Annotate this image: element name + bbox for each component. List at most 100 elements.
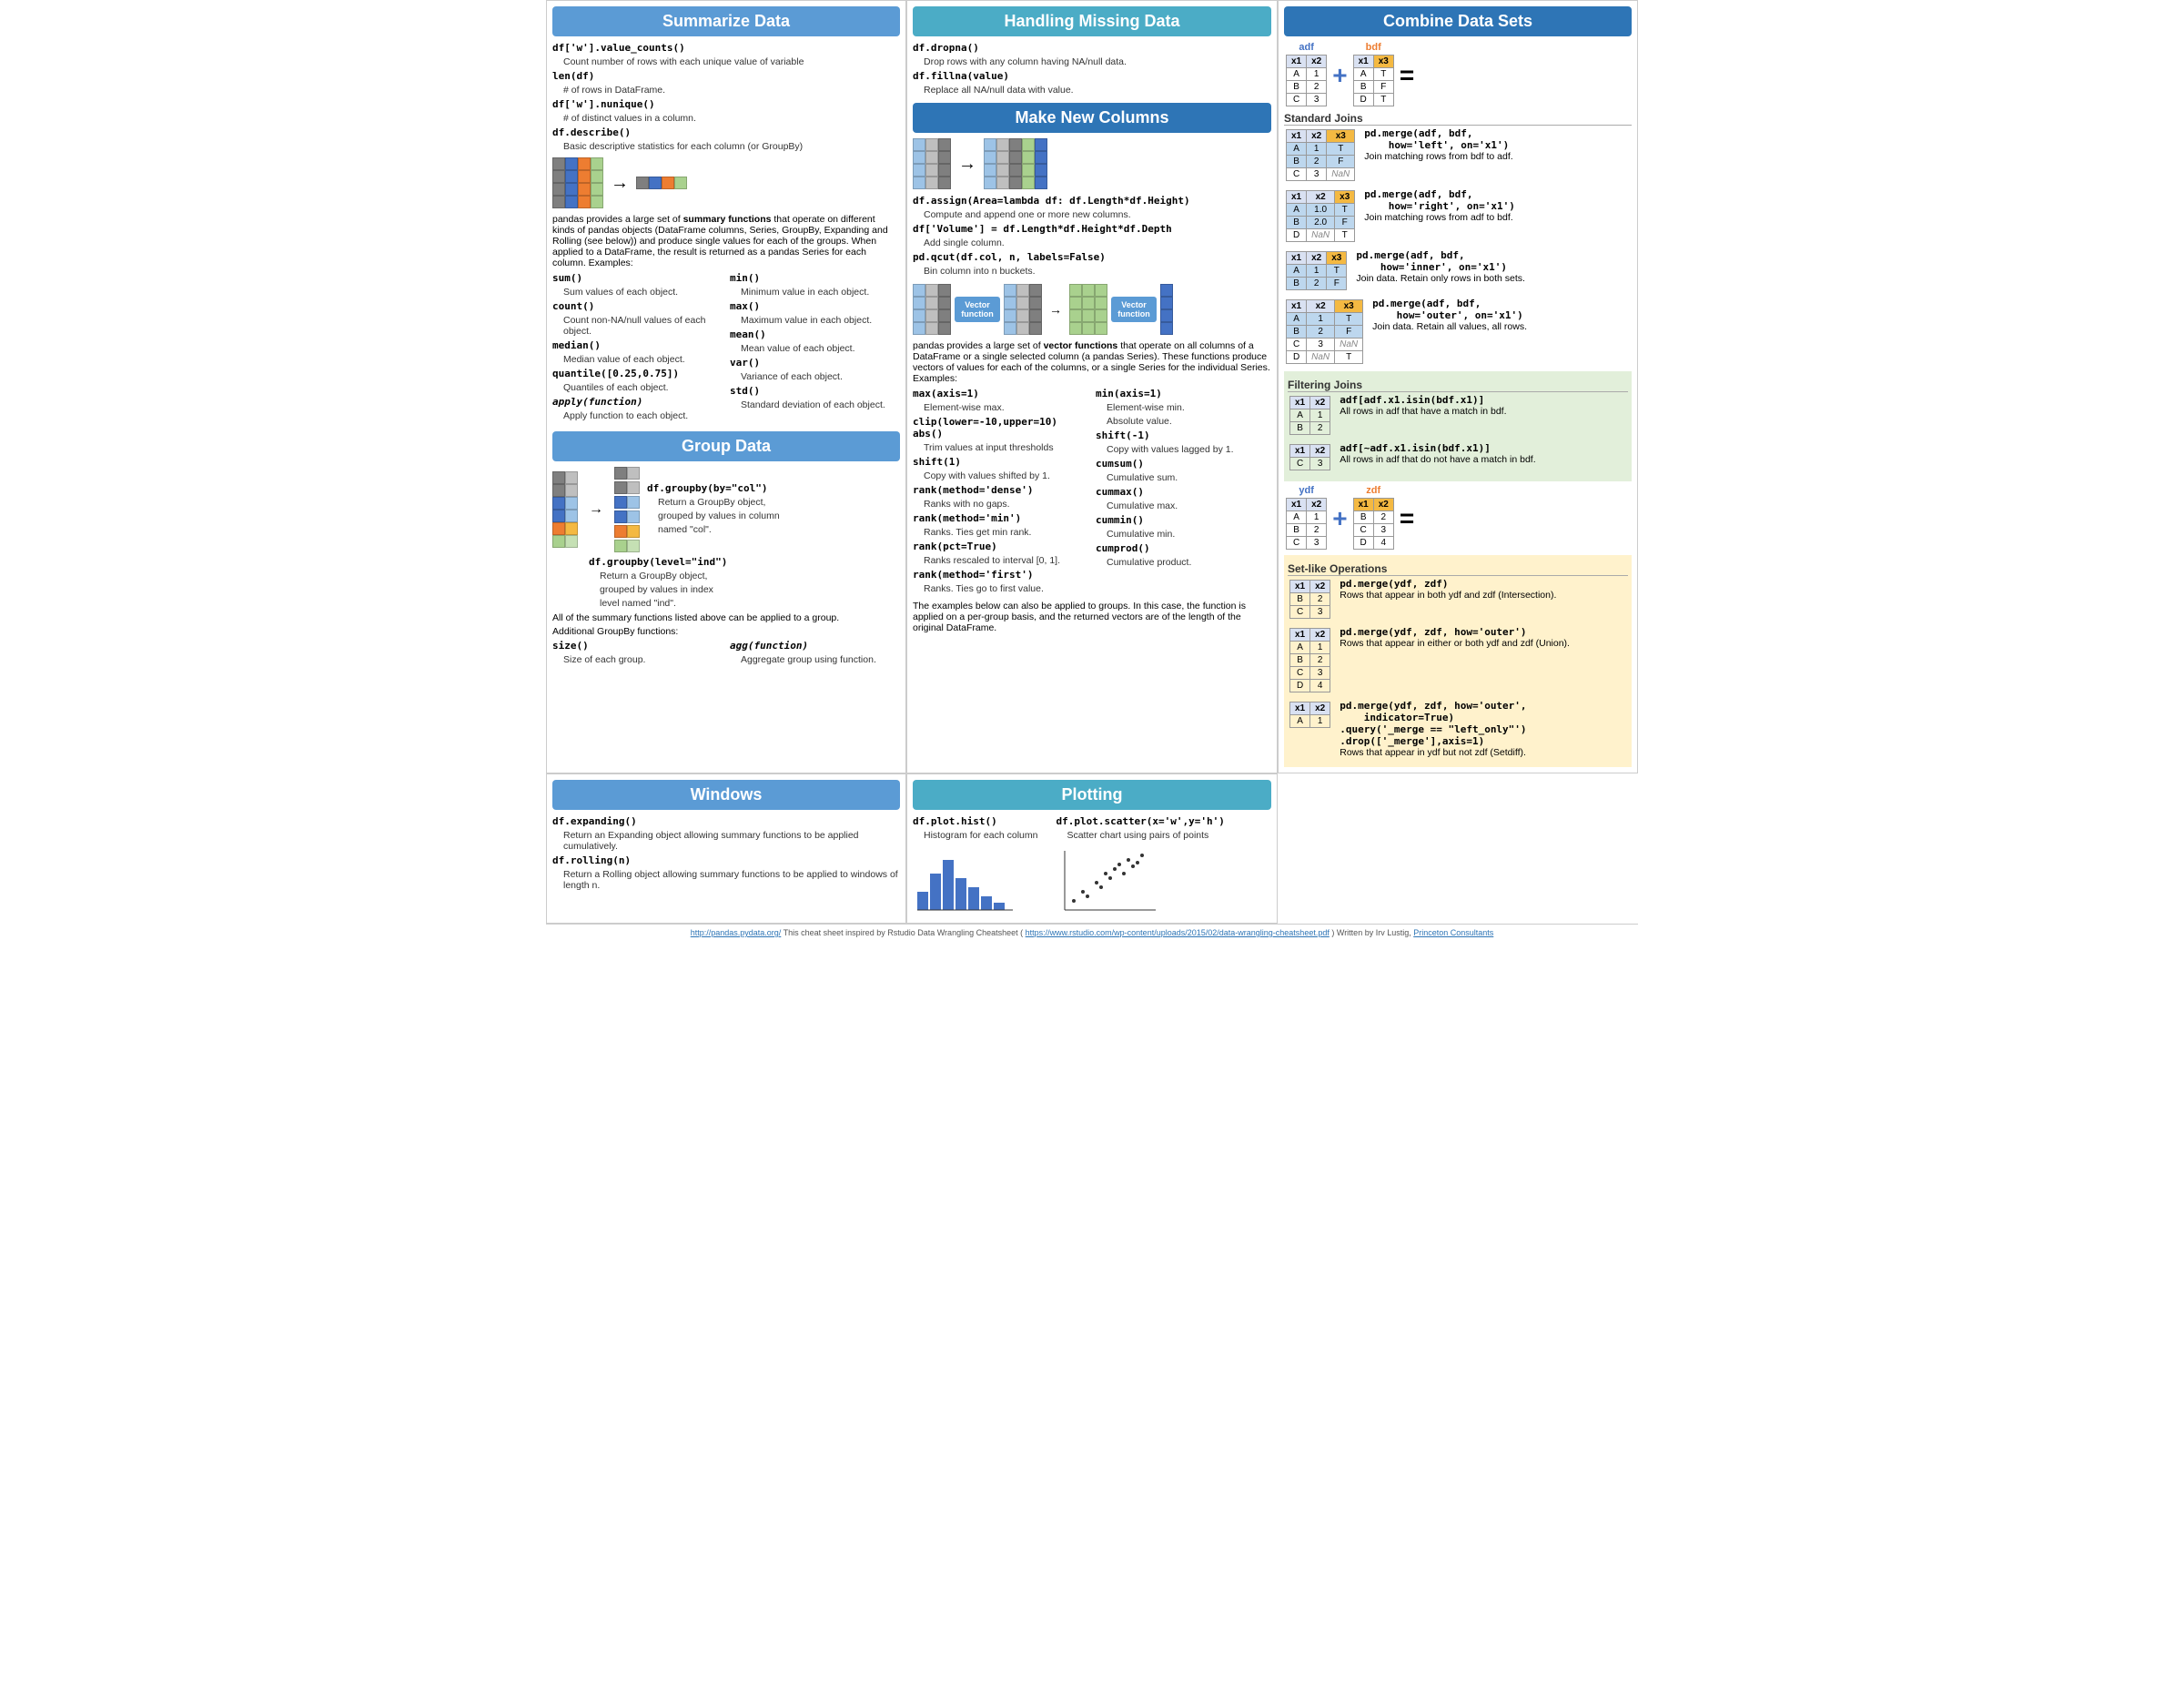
setdiff-table: x1x2 A1: [1289, 702, 1330, 728]
summarize-code-4: df.describe(): [552, 126, 631, 138]
plotting-section: Plotting df.plot.hist() Histogram for ea…: [906, 773, 1278, 924]
make-cols-functions-left: max(axis=1) Element-wise max. clip(lower…: [913, 388, 1088, 597]
filter-join-2-table: x1x2 C3: [1289, 444, 1330, 470]
outer-join-table: x1x2x3 A1T B2F C3NaN DNaNT: [1286, 299, 1363, 364]
make-new-cols-section: Make New Columns: [913, 103, 1271, 633]
footer-written: ) Written by Irv Lustig,: [1331, 928, 1413, 937]
plotting-items: df.plot.hist() Histogram for each column: [913, 815, 1271, 917]
adf-label: adf: [1284, 42, 1329, 53]
output-grid: [636, 177, 687, 189]
summarize-desc-3: # of distinct values in a column.: [552, 113, 900, 124]
scatter-item: df.plot.scatter(x='w',y='h') Scatter cha…: [1056, 815, 1224, 917]
missing-section: Handling Missing Data df.dropna() Drop r…: [913, 6, 1271, 96]
summarize-section: Summarize Data df['w'].value_counts() Co…: [552, 6, 900, 424]
bottom-row: Windows df.expanding() Return an Expandi…: [546, 773, 1638, 924]
group-desc-2: df.groupby(level="ind") Return a GroupBy…: [589, 556, 900, 609]
scatter-svg: [1056, 846, 1165, 915]
page: Summarize Data df['w'].value_counts() Co…: [546, 0, 1638, 941]
summarize-desc-4: Basic descriptive statistics for each co…: [552, 141, 900, 152]
make-cols-input: [913, 138, 951, 189]
right-join-desc: pd.merge(adf, bdf, how='right', on='x1')…: [1364, 188, 1632, 223]
vector-box-1: Vectorfunction: [955, 297, 1000, 322]
footer-note: This cheat sheet inspired by Rstudio Dat…: [784, 928, 1023, 937]
footer-princeton-link[interactable]: Princeton Consultants: [1413, 928, 1493, 937]
ydf-label: ydf: [1284, 485, 1329, 496]
windows-section: Windows df.expanding() Return an Expandi…: [546, 773, 906, 924]
group-input: [552, 471, 578, 548]
inner-join-table: x1x2x3 A1T B2F: [1286, 251, 1347, 290]
equals-icon: =: [1400, 61, 1414, 90]
setlike-ops-header: Set-like Operations: [1288, 562, 1628, 576]
summarize-code-2: len(df): [552, 70, 594, 82]
scatter-chart: [1056, 846, 1224, 917]
make-cols-visual-2: Vectorfunction: [913, 284, 1271, 335]
intersection-table: x1x2 B2 C3: [1289, 580, 1330, 619]
right-join-table: x1x2x3 A1.0T B2.0F DNaNT: [1286, 190, 1355, 242]
zdf-block: zdf x1x2 B2 C3 D4: [1351, 485, 1396, 551]
left-join-table: x1x2x3 A1T B2F C3NaN: [1286, 129, 1355, 181]
hist-chart: [913, 846, 1037, 917]
setdiff-row: x1x2 A1 pd.merge(ydf, zdf, how='outer', …: [1288, 700, 1628, 758]
summarize-header: Summarize Data: [552, 6, 900, 36]
make-cols-output: [984, 138, 1047, 189]
footer-rstudio-link[interactable]: https://www.rstudio.com/wp-content/uploa…: [1026, 928, 1330, 937]
bottom-right-spacer: [1278, 773, 1638, 924]
make-cols-header: Make New Columns: [913, 103, 1271, 133]
union-table-wrap: x1x2 A1 B2 C3 D4: [1288, 626, 1332, 694]
inner-join-desc: pd.merge(adf, bdf, how='inner', on='x1')…: [1356, 249, 1632, 284]
plotting-header: Plotting: [913, 780, 1271, 810]
make-cols-group-note: The examples below can also be applied t…: [913, 601, 1271, 633]
union-table: x1x2 A1 B2 C3 D4: [1289, 628, 1330, 692]
ydf-plus-icon: +: [1332, 504, 1347, 533]
plus-icon: +: [1332, 61, 1347, 90]
hist-item: df.plot.hist() Histogram for each column: [913, 815, 1037, 917]
setlike-ops-section: Set-like Operations x1x2 B2 C3 pd.merge(…: [1284, 555, 1632, 767]
summarize-functions-right: min() Minimum value in each object. max(…: [730, 272, 900, 424]
filter-join-2-row: x1x2 C3 adf[~adf.x1.isin(bdf.x1)] All ro…: [1288, 442, 1628, 472]
col-left: Summarize Data df['w'].value_counts() Co…: [546, 0, 906, 773]
make-cols-functions-right: min(axis=1) Element-wise min. Absolute v…: [1096, 388, 1271, 597]
summarize-desc-2: # of rows in DataFrame.: [552, 85, 900, 96]
combine-ydf-visual: ydf x1x2 A1 B2 C3 + zdf x1x2 B2 C3: [1284, 485, 1632, 551]
histogram-svg: [913, 846, 1022, 915]
filter-join-2-table-wrap: x1x2 C3: [1288, 442, 1332, 472]
right-join-row: x1x2x3 A1.0T B2.0F DNaNT pd.merge(adf, b…: [1284, 188, 1632, 244]
adf-table: x1x2 A1 B2 C3: [1286, 55, 1327, 106]
ydf-equals-icon: =: [1400, 504, 1414, 533]
inner-join-row: x1x2x3 A1T B2F pd.merge(adf, bdf, how='i…: [1284, 249, 1632, 292]
col-right: Combine Data Sets adf x1x2 A1 B2 C3 + bd…: [1278, 0, 1638, 773]
group-arrow-icon: →: [589, 501, 603, 518]
union-desc: pd.merge(ydf, zdf, how='outer') Rows tha…: [1340, 626, 1628, 649]
setdiff-table-wrap: x1x2 A1: [1288, 700, 1332, 730]
adf-block: adf x1x2 A1 B2 C3: [1284, 42, 1329, 108]
left-join-table-wrap: x1x2x3 A1T B2F C3NaN: [1284, 127, 1357, 183]
group-output: [614, 467, 640, 552]
make-cols-arrow-icon: →: [958, 154, 976, 175]
union-row: x1x2 A1 B2 C3 D4 pd.merge(ydf, zdf, how=…: [1288, 626, 1628, 694]
intersection-desc: pd.merge(ydf, zdf) Rows that appear in b…: [1340, 578, 1628, 601]
filtering-joins-section: Filtering Joins x1x2 A1 B2 adf[adf.x1.is…: [1284, 371, 1632, 481]
group-note-2: Additional GroupBy functions:: [552, 626, 900, 637]
filter-join-2-desc: adf[~adf.x1.isin(bdf.x1)] All rows in ad…: [1340, 442, 1628, 465]
filter-join-1-table: x1x2 A1 B2: [1289, 396, 1330, 435]
bdf-label: bdf: [1351, 42, 1396, 53]
outer-join-desc: pd.merge(adf, bdf, how='outer', on='x1')…: [1372, 298, 1632, 332]
ydf-table: x1x2 A1 B2 C3: [1286, 498, 1327, 550]
outer-join-table-wrap: x1x2x3 A1T B2F C3NaN DNaNT: [1284, 298, 1365, 366]
footer-pandas-link[interactable]: http://pandas.pydata.org/: [691, 928, 782, 937]
bdf-block: bdf x1x3 AT BF DT: [1351, 42, 1396, 108]
group-functions: size() Size of each group. agg(function)…: [552, 640, 900, 668]
summarize-narrative: pandas provides a large set of summary f…: [552, 214, 900, 268]
inner-join-table-wrap: x1x2x3 A1T B2F: [1284, 249, 1349, 292]
bdf-table: x1x3 AT BF DT: [1353, 55, 1394, 106]
vector-visual-1: Vectorfunction: [913, 284, 1173, 335]
vector-box-2: Vectorfunction: [1111, 297, 1157, 322]
col-mid: Handling Missing Data df.dropna() Drop r…: [906, 0, 1278, 773]
group-desc-1: df.groupby(by="col") Return a GroupBy ob…: [647, 482, 780, 538]
summarize-functions: sum() Sum values of each object. count()…: [552, 272, 900, 424]
group-visual: →: [552, 467, 900, 552]
filter-join-1-row: x1x2 A1 B2 adf[adf.x1.isin(bdf.x1)] All …: [1288, 394, 1628, 437]
combine-top-visual: adf x1x2 A1 B2 C3 + bdf x1x3 AT BF: [1284, 42, 1632, 108]
combine-header: Combine Data Sets: [1284, 6, 1632, 36]
summarize-code-1: df['w'].value_counts(): [552, 42, 685, 54]
